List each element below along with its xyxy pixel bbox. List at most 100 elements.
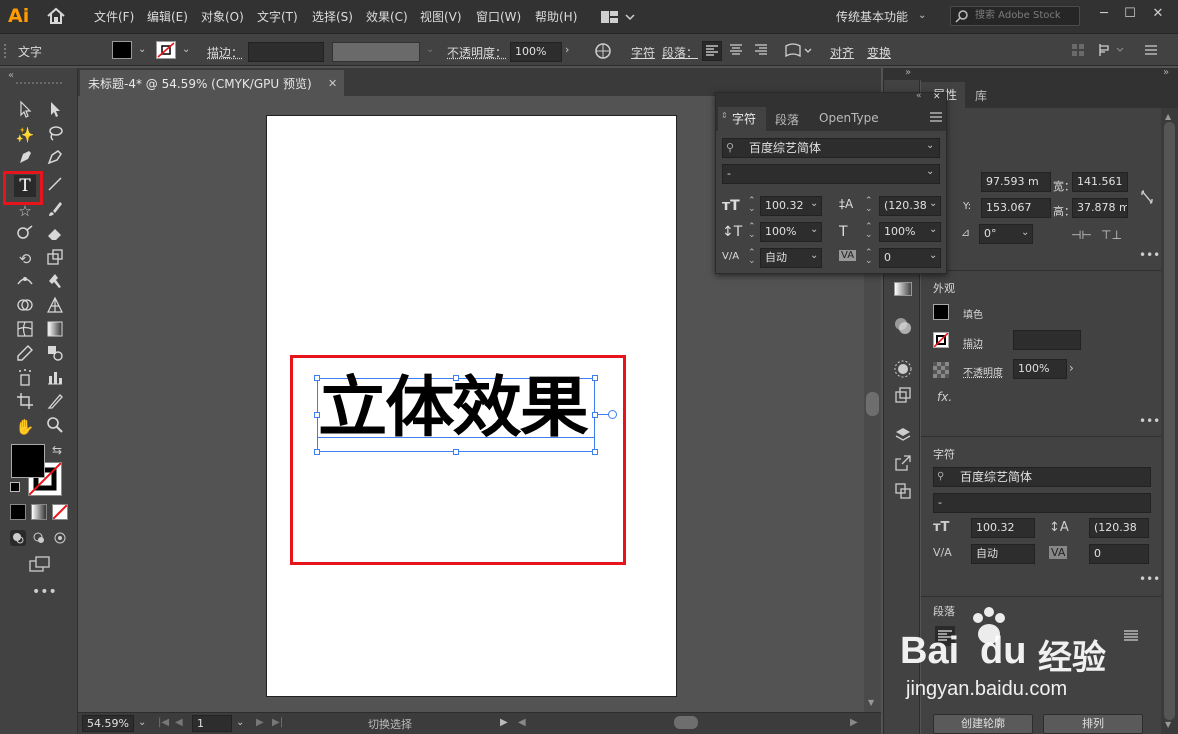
curvature-tool-icon[interactable] bbox=[44, 148, 66, 170]
chevron-down-icon[interactable]: ⌄ bbox=[236, 717, 244, 728]
resize-handle[interactable] bbox=[314, 375, 320, 381]
tab-opentype[interactable]: OpenType bbox=[819, 111, 879, 125]
fill-swatch[interactable] bbox=[112, 41, 132, 59]
recolor-artwork-icon[interactable] bbox=[594, 42, 612, 60]
chevron-down-icon[interactable]: ⌄ bbox=[929, 250, 937, 261]
artboard-tool-icon[interactable] bbox=[14, 392, 36, 414]
lasso-tool-icon[interactable] bbox=[44, 124, 66, 146]
scroll-thumb[interactable] bbox=[866, 392, 879, 416]
width-tool-icon[interactable] bbox=[14, 272, 36, 294]
font-style-field[interactable]: - bbox=[933, 493, 1151, 513]
swap-fill-stroke-icon[interactable]: ⇆ bbox=[52, 443, 62, 457]
zoom-tool-icon[interactable] bbox=[44, 416, 66, 438]
effects-icon[interactable]: fx. bbox=[937, 390, 952, 404]
menu-select[interactable]: 选择(S) bbox=[312, 8, 353, 25]
panel-title-bar[interactable]: « ✕ bbox=[716, 91, 946, 105]
collapse-icon[interactable]: « bbox=[916, 91, 922, 101]
layers-panel-icon[interactable] bbox=[894, 426, 912, 444]
collapse-icon[interactable]: « bbox=[8, 70, 14, 81]
stroke-weight-field[interactable] bbox=[248, 42, 324, 62]
workspace-switcher[interactable]: 传统基本功能 bbox=[836, 8, 908, 25]
color-mode-button[interactable] bbox=[10, 504, 26, 520]
home-icon[interactable] bbox=[46, 7, 66, 25]
stock-search-input[interactable]: 搜索 Adobe Stock bbox=[950, 6, 1080, 26]
align-right-icon[interactable] bbox=[752, 41, 772, 61]
chevron-down-icon[interactable]: ⌄ bbox=[926, 166, 934, 177]
opacity-label[interactable]: 不透明度 bbox=[963, 364, 1003, 379]
first-artboard-icon[interactable]: |◀ bbox=[158, 717, 169, 728]
stepper-icon[interactable]: ⌃ ⌄ bbox=[865, 249, 873, 266]
stepper-icon[interactable]: ⌃ ⌄ bbox=[865, 197, 873, 214]
draw-inside-icon[interactable] bbox=[52, 530, 68, 546]
more-options-icon[interactable]: ••• bbox=[1139, 572, 1160, 586]
resize-handle[interactable] bbox=[592, 412, 598, 418]
scroll-thumb[interactable] bbox=[1164, 122, 1175, 720]
resize-handle[interactable] bbox=[314, 412, 320, 418]
export-icon[interactable] bbox=[894, 454, 912, 472]
envelope-distort-icon[interactable] bbox=[784, 42, 814, 60]
prev-artboard-icon[interactable]: ◀ bbox=[175, 717, 183, 728]
gradient-mode-button[interactable] bbox=[31, 504, 47, 520]
draw-normal-icon[interactable] bbox=[10, 530, 26, 546]
isolate-icon[interactable] bbox=[1072, 44, 1084, 56]
stroke-label[interactable]: 描边： bbox=[207, 44, 243, 61]
fill-swatch[interactable] bbox=[933, 304, 949, 320]
stroke-swatch[interactable] bbox=[156, 41, 176, 59]
menu-icon[interactable] bbox=[930, 111, 942, 122]
gradient-panel-icon[interactable] bbox=[894, 282, 912, 296]
menu-object[interactable]: 对象(O) bbox=[201, 8, 244, 25]
menu-view[interactable]: 视图(V) bbox=[420, 8, 462, 25]
status-menu-icon[interactable]: ▶ bbox=[500, 717, 508, 728]
opacity-label[interactable]: 不透明度： bbox=[447, 44, 507, 61]
menu-icon[interactable] bbox=[1144, 44, 1158, 56]
stroke-label[interactable]: 描边 bbox=[963, 335, 983, 350]
scale-tool-icon[interactable] bbox=[44, 248, 66, 270]
chevron-down-icon[interactable]: ⌄ bbox=[810, 250, 818, 261]
symbol-sprayer-tool-icon[interactable] bbox=[14, 368, 36, 390]
artboards-panel-icon[interactable] bbox=[894, 482, 912, 500]
chevron-down-icon[interactable]: ⌄ bbox=[929, 224, 937, 235]
chevron-down-icon[interactable]: ⌄ bbox=[926, 140, 934, 151]
arrange-button[interactable]: 排列 bbox=[1043, 714, 1143, 734]
next-artboard-icon[interactable]: ▶ bbox=[256, 717, 264, 728]
eraser-tool-icon[interactable] bbox=[44, 224, 66, 246]
maximize-button[interactable]: ☐ bbox=[1120, 4, 1140, 24]
chevron-down-icon[interactable]: ⌄ bbox=[810, 224, 818, 235]
transparency-panel-icon[interactable] bbox=[893, 316, 913, 336]
stepper-icon[interactable]: ⌃ ⌄ bbox=[748, 223, 756, 240]
variable-width-profile[interactable] bbox=[332, 42, 420, 62]
resize-handle[interactable] bbox=[592, 375, 598, 381]
menu-edit[interactable]: 编辑(E) bbox=[147, 8, 188, 25]
grip-handle[interactable] bbox=[4, 44, 10, 58]
rotate-tool-icon[interactable]: ⟲ bbox=[14, 248, 36, 270]
y-position-field[interactable]: 153.067 bbox=[981, 198, 1051, 218]
more-options-icon[interactable]: ••• bbox=[1139, 248, 1160, 262]
resize-handle[interactable] bbox=[592, 449, 598, 455]
scroll-right-icon[interactable]: ▶ bbox=[850, 717, 858, 728]
blend-tool-icon[interactable] bbox=[44, 344, 66, 366]
shape-builder-tool-icon[interactable] bbox=[14, 296, 36, 318]
none-mode-button[interactable] bbox=[52, 504, 68, 520]
tracking-field[interactable]: 0 bbox=[1089, 544, 1149, 564]
font-size-field[interactable]: 100.32 bbox=[971, 518, 1035, 538]
text-thread-port[interactable] bbox=[608, 410, 617, 419]
font-style-field[interactable]: - bbox=[722, 164, 940, 184]
type-tool-icon[interactable]: T bbox=[14, 175, 36, 197]
minimize-button[interactable]: ─ bbox=[1094, 4, 1114, 24]
leading-field[interactable]: (120.38 bbox=[1089, 518, 1149, 538]
artboard-number-field[interactable]: 1 bbox=[192, 715, 232, 732]
grip-handle[interactable] bbox=[16, 82, 62, 84]
horizontal-scroll-thumb[interactable] bbox=[674, 716, 698, 729]
stroke-swatch[interactable] bbox=[933, 332, 949, 348]
stepper-icon[interactable]: ⌃ ⌄ bbox=[748, 197, 756, 214]
panel-scrollbar[interactable]: ▲ ▼ bbox=[1161, 108, 1178, 734]
pen-tool-icon[interactable] bbox=[14, 148, 36, 170]
more-tools-icon[interactable]: ••• bbox=[32, 584, 57, 600]
justify-all-icon[interactable] bbox=[1121, 626, 1141, 646]
constrain-proportions-icon[interactable] bbox=[1139, 188, 1155, 206]
appearance-panel-icon[interactable] bbox=[894, 360, 912, 378]
resize-handle[interactable] bbox=[453, 449, 459, 455]
close-button[interactable]: ✕ bbox=[1148, 4, 1168, 24]
chevron-down-icon[interactable]: ⌄ bbox=[1021, 227, 1029, 238]
stroke-weight-field[interactable] bbox=[1013, 330, 1081, 350]
